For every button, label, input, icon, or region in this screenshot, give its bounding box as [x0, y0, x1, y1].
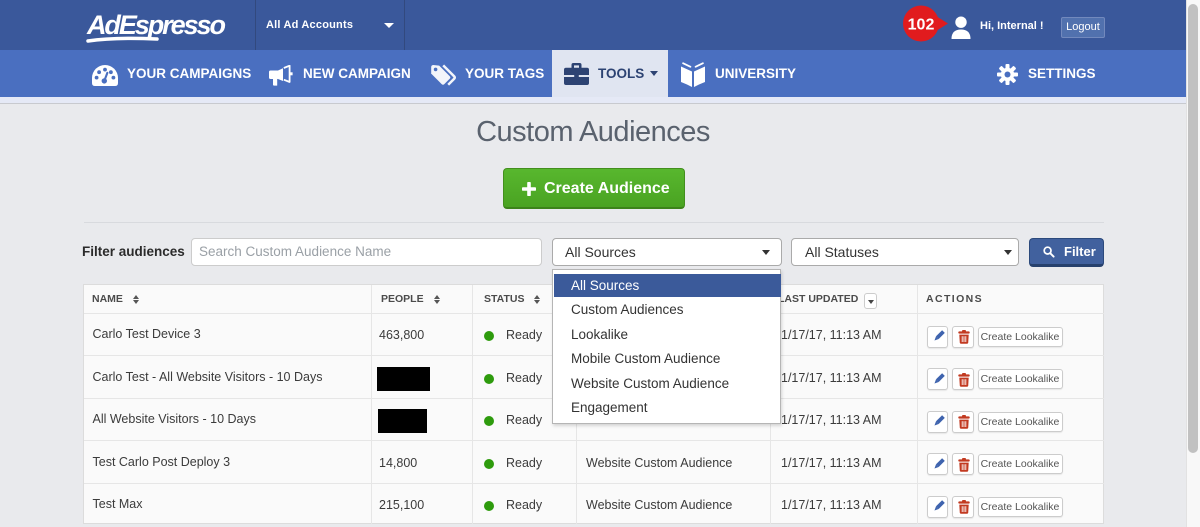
svg-text:AdEspresso: AdEspresso — [86, 10, 226, 40]
svg-text:102: 102 — [908, 17, 935, 34]
